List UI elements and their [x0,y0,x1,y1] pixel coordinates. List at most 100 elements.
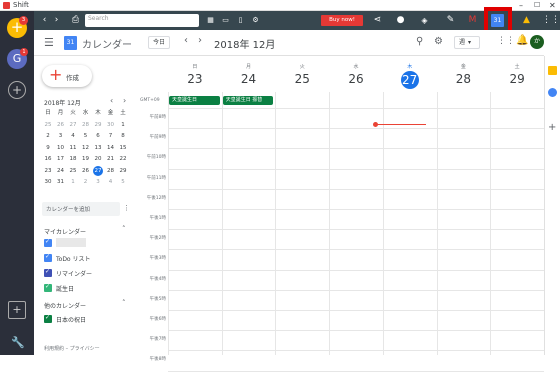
add-account-button[interactable]: + [8,81,26,99]
mini-day[interactable]: 10 [55,143,67,153]
mini-day[interactable]: 19 [80,154,92,164]
chat-icon[interactable]: ● [394,14,407,27]
mini-day[interactable]: 31 [55,177,67,187]
calendar-item[interactable]: リマインダー [34,267,138,280]
create-button[interactable]: + 作成 [42,65,92,87]
google-calendar-icon[interactable]: 31 [491,14,504,27]
window-icon[interactable]: ▭ [219,14,232,27]
app-icon [3,2,10,9]
apps-icon[interactable]: ⋮⋮ [497,36,515,46]
mini-day[interactable]: 27 [93,165,103,176]
mini-day[interactable]: 13 [92,143,104,153]
mini-day[interactable]: 2 [80,177,92,187]
mini-day[interactable]: 8 [117,131,129,141]
mini-day[interactable]: 16 [42,154,54,164]
mini-day[interactable]: 20 [92,154,104,164]
tasks-icon[interactable] [548,88,557,97]
google-drive-icon[interactable]: ▲ [520,14,533,27]
mini-day[interactable]: 25 [67,166,79,176]
chevron-up-icon[interactable]: ˄ [122,225,126,233]
mini-day[interactable]: 28 [105,166,117,176]
mini-day[interactable]: 3 [55,131,67,141]
add-addon-icon[interactable]: + [548,122,556,133]
menu-icon[interactable]: ☰ [44,36,54,49]
mini-day[interactable]: 30 [42,177,54,187]
grid-view-icon[interactable]: ▦ [204,14,217,27]
mini-day[interactable]: 4 [105,177,117,187]
search-icon[interactable]: ⚲ [416,36,423,47]
edit-icon[interactable]: ✎ [444,14,457,27]
mini-day[interactable]: 21 [105,154,117,164]
mini-day[interactable]: 6 [92,131,104,141]
mini-day[interactable]: 29 [117,166,129,176]
settings-gear-icon[interactable]: ⚙ [434,36,443,47]
mini-day[interactable]: 26 [55,120,67,130]
mini-day[interactable]: 1 [117,120,129,130]
avatar[interactable]: か [530,35,544,49]
layers-icon[interactable]: ◈ [418,14,431,27]
mini-day[interactable]: 2 [42,131,54,141]
my-calendars-heading[interactable]: マイカレンダー [44,227,86,236]
mini-day[interactable]: 25 [42,120,54,130]
gmail-icon[interactable]: M [466,14,479,27]
time-label: 午後6時 [149,317,166,322]
calendar-item[interactable]: ToDo リスト [34,252,138,265]
more-options-icon[interactable]: ⋮ [123,204,130,212]
mini-day[interactable]: 18 [67,154,79,164]
mini-day[interactable]: 24 [55,166,67,176]
calendar-item[interactable]: 日本の祝日 [34,313,138,326]
mini-day[interactable]: 9 [42,143,54,153]
mini-prev-icon[interactable]: ‹ [110,96,113,105]
footer-links[interactable]: 利用規約 – プライバシー [44,345,100,352]
mini-day[interactable]: 4 [67,131,79,141]
mini-day[interactable]: 3 [92,177,104,187]
maximize-icon[interactable]: ☐ [534,0,540,11]
mini-day[interactable]: 22 [117,154,129,164]
checkbox-icon[interactable] [44,268,52,277]
bell-icon[interactable]: 🔔 [516,35,528,46]
mini-day[interactable]: 30 [105,120,117,130]
view-select[interactable]: 週 ▾ [454,36,480,49]
checkbox-icon[interactable] [44,238,52,247]
keep-icon[interactable] [548,66,557,75]
mini-day[interactable]: 26 [80,166,92,176]
print-icon[interactable]: ⎙ [69,14,82,27]
mini-day[interactable]: 27 [67,120,79,130]
settings-icon[interactable]: ⚙ [249,14,262,27]
checkbox-icon[interactable] [44,314,52,323]
mini-day[interactable]: 14 [105,143,117,153]
mini-day[interactable]: 1 [67,177,79,187]
checkbox-icon[interactable] [44,283,52,292]
mini-day[interactable]: 5 [80,131,92,141]
search-input[interactable]: Search [85,14,199,27]
checkbox-icon[interactable] [44,253,52,262]
mini-day[interactable]: 28 [80,120,92,130]
chevron-up-icon[interactable]: ˄ [122,299,126,307]
calendar-item[interactable] [34,237,138,250]
grid-line [168,148,544,150]
buy-now-button[interactable]: Buy now! [321,15,363,26]
apps-grid-icon[interactable]: ⋮⋮ [542,14,560,27]
mini-day[interactable]: 17 [55,154,67,164]
mini-day[interactable]: 11 [67,143,79,153]
mini-day[interactable]: 7 [105,131,117,141]
mini-day[interactable]: 12 [80,143,92,153]
prev-week-icon[interactable]: ‹ [184,35,188,46]
bookmark-icon[interactable]: ▯ [234,14,247,27]
mini-day[interactable]: 15 [117,143,129,153]
mini-day[interactable]: 23 [42,166,54,176]
wrench-icon[interactable]: 🔧 [11,336,25,349]
other-calendars-heading[interactable]: 他のカレンダー [44,301,86,310]
share-icon[interactable]: ⋖ [371,14,384,27]
minimize-icon[interactable]: – [519,0,523,11]
mini-next-icon[interactable]: › [123,96,126,105]
add-calendar-input[interactable]: カレンダーを追加 [42,202,120,216]
today-button[interactable]: 今日 [148,36,170,49]
next-week-icon[interactable]: › [198,35,202,46]
calendar-item[interactable]: 誕生日 [34,282,138,295]
close-icon[interactable]: ✕ [549,0,556,11]
forward-icon[interactable]: › [50,14,63,27]
mini-day[interactable]: 5 [117,177,129,187]
add-app-button[interactable]: + [8,301,26,319]
mini-day[interactable]: 29 [92,120,104,130]
